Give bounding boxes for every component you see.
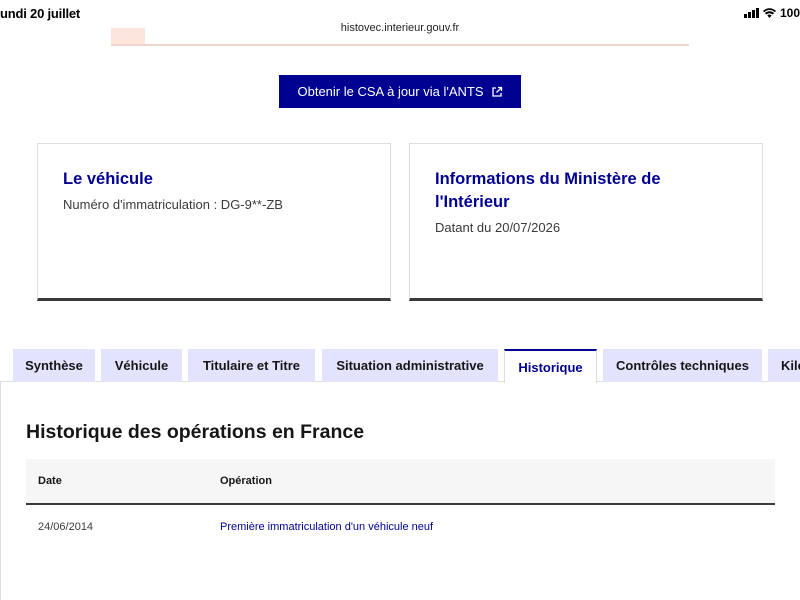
ministry-info-card: Informations du Ministère de l'Intérieur… (409, 143, 763, 301)
tab-controles-techniques[interactable]: Contrôles techniques (603, 349, 762, 382)
vehicle-card-title: Le véhicule (63, 170, 153, 188)
tab-historique[interactable]: Historique (504, 349, 597, 383)
url-bar[interactable]: histovec.interieur.gouv.fr (0, 22, 800, 34)
history-section-title: Historique des opérations en France (26, 421, 365, 443)
tab-bar: Synthèse Véhicule Titulaire et Titre Sit… (0, 349, 800, 383)
column-header-operation: Opération (220, 475, 272, 487)
row-operation: Première immatriculation d'un véhicule n… (220, 521, 434, 533)
external-link-icon (491, 86, 503, 98)
battery-percentage: 100 (779, 6, 800, 20)
wifi-icon (762, 8, 776, 18)
history-table: Date Opération 24/06/2014 Première immat… (26, 459, 775, 551)
obtain-csa-button[interactable]: Obtenir le CSA à jour via l'ANTS (279, 75, 521, 108)
row-date: 24/06/2014 (38, 521, 94, 533)
tab-synthese[interactable]: Synthèse (13, 349, 95, 382)
table-header: Date Opération (26, 459, 775, 505)
data-date: Datant du 20/07/2026 (435, 220, 561, 235)
csa-button-label: Obtenir le CSA à jour via l'ANTS (297, 84, 484, 99)
vehicle-card: Le véhicule Numéro d'immatriculation : D… (37, 143, 391, 301)
tab-situation-administrative[interactable]: Situation administrative (322, 349, 498, 382)
cellular-signal-icon (743, 8, 759, 18)
ministry-card-title: Informations du Ministère de l'Intérieur (435, 170, 661, 211)
status-indicators: 100 (743, 6, 800, 20)
tab-titulaire-titre[interactable]: Titulaire et Titre (188, 349, 315, 382)
registration-number: Numéro d'immatriculation : DG-9**-ZB (63, 197, 283, 212)
status-time: undi 20 juillet (0, 6, 81, 21)
table-row: 24/06/2014 Première immatriculation d'un… (26, 505, 775, 551)
column-header-date: Date (38, 475, 62, 487)
tab-vehicule[interactable]: Véhicule (101, 349, 182, 382)
tab-kilometrage[interactable]: Kilo (768, 349, 800, 382)
